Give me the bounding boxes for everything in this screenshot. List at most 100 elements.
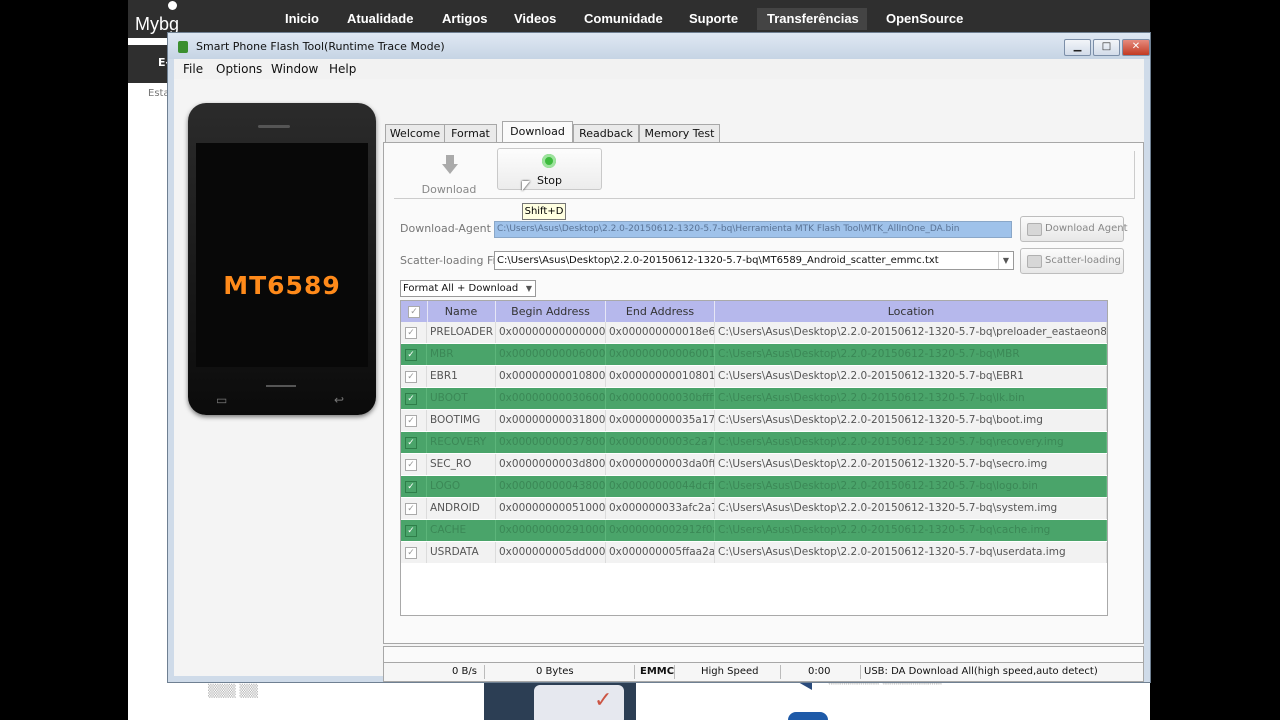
checkbox-icon[interactable]: ✓ bbox=[405, 327, 417, 339]
cell-location: C:\Users\Asus\Desktop\2.2.0-20150612-132… bbox=[715, 344, 1107, 365]
site-logo[interactable]: Mybg bbox=[135, 14, 179, 35]
header-end-address[interactable]: End Address bbox=[606, 301, 715, 322]
scatter-loading-field[interactable]: C:\Users\Asus\Desktop\2.2.0-20150612-132… bbox=[494, 251, 1014, 270]
download-button[interactable]: Download bbox=[419, 155, 479, 199]
table-row[interactable]: ✓ RECOVERY0x00000000037800000x0000000003c… bbox=[401, 432, 1107, 453]
checkbox-icon[interactable]: ✓ bbox=[405, 547, 417, 559]
row-checkbox-cell[interactable]: ✓ bbox=[401, 410, 427, 431]
nav-link-videos[interactable]: Videos bbox=[514, 11, 556, 26]
row-checkbox-cell[interactable]: ✓ bbox=[401, 388, 427, 409]
tab-welcome[interactable]: Welcome bbox=[385, 124, 445, 143]
row-checkbox-cell[interactable]: ✓ bbox=[401, 366, 427, 387]
row-checkbox-cell[interactable]: ✓ bbox=[401, 542, 427, 563]
cell-end: 0x0000000003c2a7ff bbox=[606, 432, 715, 453]
menu-bar: File Options Window Help bbox=[174, 59, 1144, 80]
header-select-all[interactable]: ✓ bbox=[401, 301, 428, 322]
download-mode-select[interactable]: Format All + Download ▼ bbox=[400, 280, 536, 297]
table-row[interactable]: ✓ SEC_RO0x0000000003d800000x0000000003da0… bbox=[401, 454, 1107, 475]
checkbox-icon[interactable]: ✓ bbox=[405, 393, 417, 405]
nav-link-comunidade[interactable]: Comunidade bbox=[584, 11, 663, 26]
menu-window[interactable]: Window bbox=[271, 62, 318, 76]
maximize-button[interactable]: □ bbox=[1093, 39, 1120, 56]
checkbox-icon[interactable]: ✓ bbox=[405, 503, 417, 515]
table-row[interactable]: ✓ PRELOADER0x00000000000000000x0000000000… bbox=[401, 322, 1107, 343]
tab-format[interactable]: Format bbox=[444, 124, 497, 143]
row-checkbox-cell[interactable]: ✓ bbox=[401, 498, 427, 519]
window-titlebar[interactable]: Smart Phone Flash Tool(Runtime Trace Mod… bbox=[168, 33, 1150, 59]
scatter-loading-button[interactable]: Scatter-loading bbox=[1020, 248, 1124, 274]
stop-button-label: Stop bbox=[536, 174, 562, 187]
row-checkbox-cell[interactable]: ✓ bbox=[401, 476, 427, 497]
menu-file[interactable]: File bbox=[183, 62, 203, 76]
phone-speaker bbox=[258, 125, 290, 128]
download-agent-field[interactable]: C:\Users\Asus\Desktop\2.2.0-20150612-132… bbox=[494, 221, 1012, 238]
nav-link-artigos[interactable]: Artigos bbox=[442, 11, 488, 26]
download-button-label: Download bbox=[421, 183, 477, 196]
nav-link-suporte[interactable]: Suporte bbox=[689, 11, 738, 26]
nav-link-transferencias[interactable]: Transferências bbox=[767, 11, 859, 26]
cell-begin: 0x0000000003180000 bbox=[496, 410, 606, 431]
table-row[interactable]: ✓ EBR10x00000000010800000x00000000010801f… bbox=[401, 366, 1107, 387]
status-separator bbox=[780, 665, 781, 679]
stop-button[interactable]: Stop bbox=[497, 148, 602, 190]
cell-begin: 0x000000005dd00000 bbox=[496, 542, 606, 563]
checkbox-icon[interactable]: ✓ bbox=[405, 525, 417, 537]
row-checkbox-cell[interactable]: ✓ bbox=[401, 432, 427, 453]
cell-location: C:\Users\Asus\Desktop\2.2.0-20150612-132… bbox=[715, 454, 1107, 475]
cell-begin: 0x0000000003d80000 bbox=[496, 454, 606, 475]
cell-begin: 0x0000000000600000 bbox=[496, 344, 606, 365]
cell-begin: 0x0000000005100000 bbox=[496, 498, 606, 519]
table-row[interactable]: ✓ ANDROID0x00000000051000000x000000033afc… bbox=[401, 498, 1107, 519]
table-row[interactable]: ✓ UBOOT0x00000000030600000x00000000030bff… bbox=[401, 388, 1107, 409]
cell-begin: 0x0000000000000000 bbox=[496, 322, 606, 343]
cell-name: EBR1 bbox=[427, 366, 496, 387]
menu-options[interactable]: Options bbox=[216, 62, 262, 76]
close-button[interactable]: ✕ bbox=[1122, 39, 1150, 56]
cell-end: 0x00000000044dcfff bbox=[606, 476, 715, 497]
cell-location: C:\Users\Asus\Desktop\2.2.0-20150612-132… bbox=[715, 542, 1107, 563]
table-row[interactable]: ✓ LOGO0x00000000043800000x00000000044dcff… bbox=[401, 476, 1107, 497]
header-begin-address[interactable]: Begin Address bbox=[496, 301, 606, 322]
status-separator bbox=[674, 665, 675, 679]
row-checkbox-cell[interactable]: ✓ bbox=[401, 520, 427, 541]
table-row[interactable]: ✓ CACHE0x00000000291000000x000000002912f0… bbox=[401, 520, 1107, 541]
checkbox-icon[interactable]: ✓ bbox=[405, 349, 417, 361]
table-row[interactable]: ✓ USRDATA0x000000005dd000000x000000005ffa… bbox=[401, 542, 1107, 563]
checkbox-icon[interactable]: ✓ bbox=[405, 415, 417, 427]
site-thumbnail-image[interactable]: ✓ bbox=[484, 680, 636, 720]
table-row[interactable]: ✓ BOOTIMG0x00000000031800000x00000000035a… bbox=[401, 410, 1107, 431]
checkbox-icon[interactable]: ✓ bbox=[405, 481, 417, 493]
row-checkbox-cell[interactable]: ✓ bbox=[401, 344, 427, 365]
tab-readback[interactable]: Readback bbox=[573, 124, 639, 143]
download-toolbar: Download Stop Shift+D bbox=[394, 148, 1135, 220]
site-blurred-text: ▒▒▒ ▒▒ bbox=[208, 684, 258, 698]
scatter-loading-button-label: Scatter-loading bbox=[1045, 255, 1121, 266]
header-name[interactable]: Name bbox=[427, 301, 496, 322]
status-separator bbox=[860, 665, 861, 679]
cell-name: UBOOT bbox=[427, 388, 496, 409]
menu-help[interactable]: Help bbox=[329, 62, 356, 76]
status-speed: 0 B/s bbox=[452, 666, 477, 677]
checkbox-icon[interactable]: ✓ bbox=[405, 437, 417, 449]
nav-link-opensource[interactable]: OpenSource bbox=[886, 11, 963, 26]
nav-link-atualidade[interactable]: Atualidade bbox=[347, 11, 413, 26]
checkbox-icon[interactable]: ✓ bbox=[405, 459, 417, 471]
table-row[interactable]: ✓ MBR0x00000000006000000x00000000006001ff… bbox=[401, 344, 1107, 365]
scatter-loading-value: C:\Users\Asus\Desktop\2.2.0-20150612-132… bbox=[497, 255, 939, 266]
cell-end: 0x00000000035a17ff bbox=[606, 410, 715, 431]
cell-name: ANDROID bbox=[427, 498, 496, 519]
nav-link-inicio[interactable]: Inicio bbox=[285, 11, 319, 26]
minimize-button[interactable]: ▁ bbox=[1064, 39, 1091, 56]
row-checkbox-cell[interactable]: ✓ bbox=[401, 454, 427, 475]
checkmark-icon: ✓ bbox=[594, 688, 613, 713]
row-checkbox-cell[interactable]: ✓ bbox=[401, 322, 427, 343]
cell-begin: 0x0000000003780000 bbox=[496, 432, 606, 453]
checkbox-icon[interactable]: ✓ bbox=[405, 371, 417, 383]
header-location[interactable]: Location bbox=[715, 301, 1107, 322]
tab-download[interactable]: Download bbox=[502, 121, 573, 144]
download-agent-button[interactable]: Download Agent bbox=[1020, 216, 1128, 242]
chevron-down-icon[interactable]: ▼ bbox=[998, 252, 1013, 269]
cell-location: C:\Users\Asus\Desktop\2.2.0-20150612-132… bbox=[715, 498, 1107, 519]
tab-memory-test[interactable]: Memory Test bbox=[639, 124, 720, 143]
cell-end: 0x00000000010801ff bbox=[606, 366, 715, 387]
